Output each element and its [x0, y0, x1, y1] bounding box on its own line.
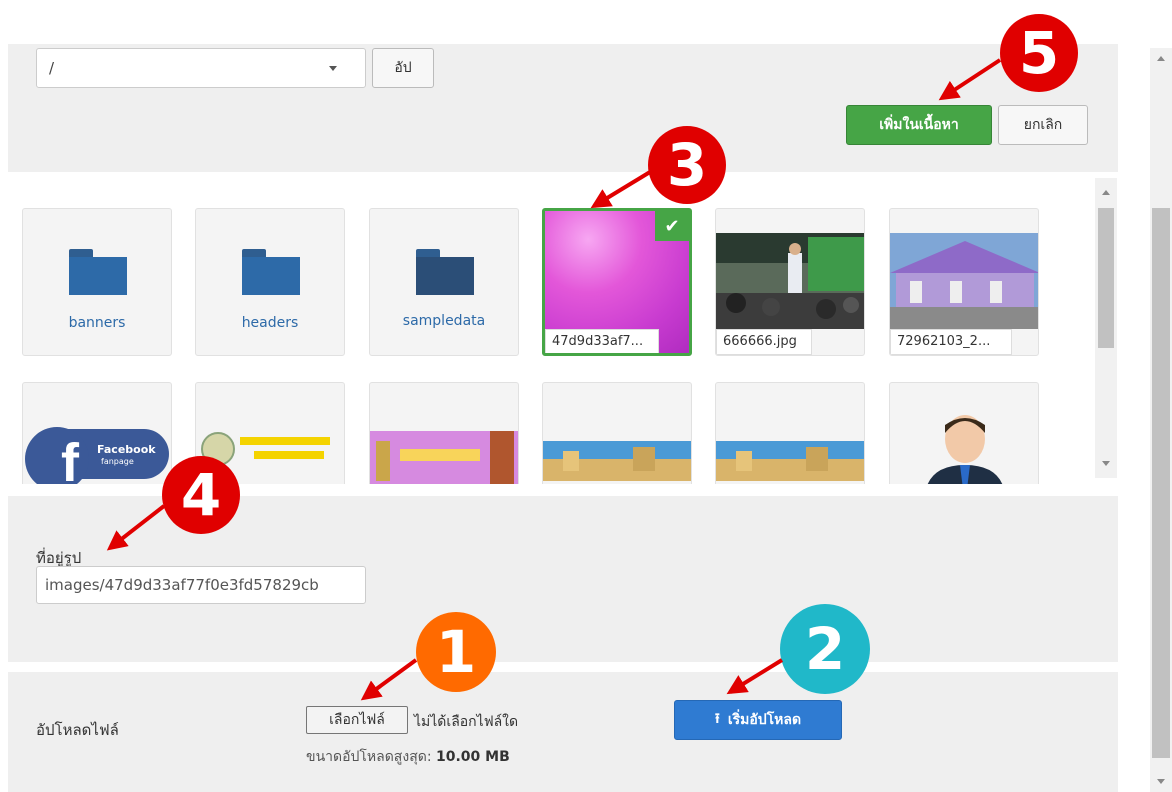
svg-text:f: f	[61, 433, 80, 484]
image-tile[interactable]	[369, 382, 519, 484]
image-thumbnail	[716, 441, 864, 481]
scrollbar-thumb[interactable]	[1152, 208, 1170, 758]
max-upload-label: ขนาดอัปโหลดสูงสุด:	[306, 749, 436, 765]
folder-name: sampledata	[402, 313, 486, 329]
image-thumbnail	[543, 441, 691, 481]
upload-panel	[8, 672, 1118, 792]
image-tile[interactable]	[715, 382, 865, 484]
image-thumbnail	[890, 233, 1038, 329]
max-upload-value: 10.00 MB	[436, 749, 510, 765]
folder-select[interactable]: /	[36, 48, 366, 88]
image-tile[interactable]	[542, 382, 692, 484]
choose-file-button[interactable]: เลือกไฟล์	[306, 706, 408, 734]
image-tile[interactable]: 666666.jpg	[715, 208, 865, 356]
upload-file-label: อัปโหลดไฟล์	[36, 721, 119, 739]
facebook-text: Facebook	[97, 443, 156, 456]
media-grid: banners headers sampledata ✔ 47d9d33af7.…	[8, 172, 1118, 484]
image-url-input[interactable]: images/47d9d33af77f0e3fd57829cb	[36, 566, 366, 604]
folder-tile-sampledata[interactable]: sampledata	[369, 208, 519, 356]
image-thumbnail	[927, 415, 1003, 484]
image-tile[interactable]: 72962103_2...	[889, 208, 1039, 356]
annotation-badge-3: 3	[648, 126, 726, 204]
folder-icon	[69, 249, 127, 295]
folder-icon	[242, 249, 300, 295]
folder-icon	[416, 249, 474, 295]
start-upload-label: เริ่มอัปโหลด	[727, 712, 802, 728]
image-label: 72962103_2...	[890, 329, 1012, 355]
no-file-text: ไม่ได้เลือกไฟล์ใด	[414, 714, 519, 730]
image-tile[interactable]	[889, 382, 1039, 484]
folder-select-value: /	[49, 59, 55, 77]
insert-button[interactable]: เพิ่มในเนื้อหา	[846, 105, 992, 145]
max-upload-size: ขนาดอัปโหลดสูงสุด: 10.00 MB	[306, 746, 510, 768]
page-scrollbar[interactable]	[1150, 48, 1172, 792]
top-strip	[0, 0, 1140, 44]
upload-icon: ⭱	[714, 711, 720, 727]
image-tile-selected[interactable]: ✔ 47d9d33af7...	[542, 208, 692, 356]
folder-tile-banners[interactable]: banners	[22, 208, 172, 356]
check-icon: ✔	[655, 211, 689, 241]
scrollbar-thumb[interactable]	[1098, 208, 1114, 348]
up-button[interactable]: อัป	[372, 48, 434, 88]
start-upload-button[interactable]: ⭱ เริ่มอัปโหลด	[674, 700, 842, 740]
scroll-down-icon[interactable]	[1102, 461, 1110, 466]
folder-tile-headers[interactable]: headers	[195, 208, 345, 356]
cancel-button[interactable]: ยกเลิก	[998, 105, 1088, 145]
annotation-badge-5: 5	[1000, 14, 1078, 92]
image-thumbnail	[716, 233, 864, 329]
fanpage-text: fanpage	[101, 457, 134, 466]
annotation-badge-4: 4	[162, 456, 240, 534]
image-label: 47d9d33af7...	[545, 329, 659, 353]
image-thumbnail	[370, 431, 518, 484]
annotation-badge-2: 2	[780, 604, 870, 694]
scroll-up-icon[interactable]	[1157, 56, 1165, 61]
annotation-badge-1: 1	[416, 612, 496, 692]
scroll-down-icon[interactable]	[1157, 779, 1165, 784]
image-label: 666666.jpg	[716, 329, 812, 355]
folder-name: headers	[241, 315, 299, 331]
image-tile[interactable]: f Facebook fanpage	[22, 382, 172, 484]
folder-name: banners	[68, 315, 126, 331]
grid-scrollbar[interactable]	[1095, 178, 1117, 478]
scroll-up-icon[interactable]	[1102, 190, 1110, 195]
chevron-down-icon	[329, 66, 337, 71]
